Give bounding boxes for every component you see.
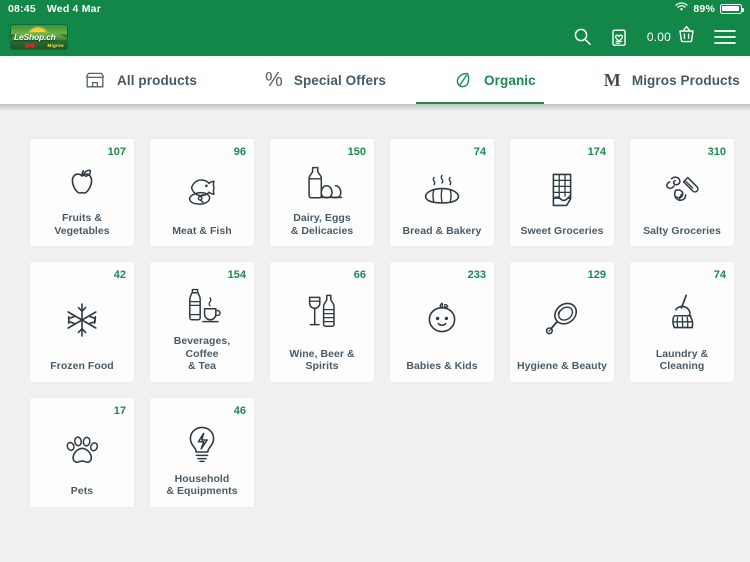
search-icon[interactable] — [573, 27, 592, 46]
paw-print-icon — [36, 417, 128, 486]
cart-amount: 0.00 — [646, 29, 671, 44]
wine-glass-bottle-icon — [276, 281, 368, 348]
tab-organic[interactable]: Organic — [416, 56, 566, 104]
category-count: 310 — [707, 146, 726, 158]
battery-icon — [720, 3, 744, 14]
category-card-babies-kids[interactable]: 233 Babies & Kids — [390, 262, 494, 382]
category-name: Wine, Beer & Spirits — [289, 347, 355, 373]
category-card-sweet-groceries[interactable]: 174 Sweet Groceries — [510, 139, 614, 246]
category-name: Fruits & Vegetables — [54, 212, 110, 237]
category-grid: 107 Fruits & Vegetables 96 Meat & Fish 1… — [0, 111, 750, 507]
category-card-beverages-coffee-tea[interactable]: 154 Beverages, Coffee & Tea — [150, 262, 254, 382]
category-name: Household & Equipments — [166, 472, 238, 498]
category-count: 74 — [473, 146, 486, 158]
category-card-salty-groceries[interactable]: 310 Salty Groceries — [630, 139, 734, 246]
category-card-bread-bakery[interactable]: 74 Bread & Bakery — [390, 139, 494, 246]
status-bar: 08:45 Wed 4 Mar 89% — [0, 0, 750, 17]
category-count: 129 — [587, 269, 606, 281]
shopping-list-heart-icon[interactable] — [610, 27, 629, 47]
cart-button[interactable]: 0.00 — [647, 24, 696, 49]
status-date: Wed 4 Mar — [46, 2, 101, 15]
pasta-icon — [636, 158, 728, 225]
category-count: 42 — [113, 269, 126, 281]
apple-icon — [36, 158, 128, 212]
fish-steak-icon — [156, 158, 248, 225]
category-count: 66 — [353, 269, 366, 281]
category-count: 74 — [713, 269, 726, 281]
category-name: Meat & Fish — [172, 224, 232, 237]
hand-mirror-icon — [516, 281, 608, 360]
category-name: Pets — [70, 485, 94, 497]
status-bar-right: 89% — [675, 2, 744, 15]
tab-all-products[interactable]: All products — [84, 56, 227, 104]
category-card-pets[interactable]: 17 Pets — [30, 397, 134, 507]
category-count: 96 — [233, 146, 246, 158]
store-icon — [84, 70, 106, 90]
migros-m-icon: M — [603, 70, 621, 90]
category-count: 107 — [107, 146, 126, 158]
category-count: 150 — [347, 146, 366, 158]
leaf-icon — [454, 70, 473, 90]
category-card-laundry-cleaning[interactable]: 74 Laundry & Cleaning — [630, 262, 734, 382]
tab-label: Special Offers — [293, 72, 387, 88]
category-tab-bar: All products % Special Offers Organic M … — [0, 56, 750, 104]
tab-special-offers[interactable]: % Special Offers — [227, 56, 416, 104]
category-name: Dairy, Eggs & Delicacies — [290, 212, 354, 237]
tab-migros-products[interactable]: M Migros Products — [566, 56, 750, 104]
category-name: Babies & Kids — [406, 360, 478, 372]
category-count: 46 — [233, 404, 246, 417]
tab-label: Organic — [484, 72, 536, 88]
bottle-coffee-cup-icon — [156, 281, 248, 335]
category-name: Sweet Groceries — [520, 224, 604, 237]
lightbulb-icon — [156, 417, 248, 473]
hamburger-menu-icon[interactable] — [714, 29, 736, 45]
logo-text: LeShop.ch — [14, 31, 56, 42]
snowflake-icon — [36, 281, 128, 360]
baby-face-icon — [396, 281, 488, 360]
broom-icon — [636, 281, 728, 348]
milk-bottle-eggs-icon — [276, 158, 368, 212]
category-card-fruits-vegetables[interactable]: 107 Fruits & Vegetables — [30, 139, 134, 246]
status-time: 08:45 — [8, 2, 36, 15]
category-name: Hygiene & Beauty — [516, 360, 608, 372]
category-card-meat-fish[interactable]: 96 Meat & Fish — [150, 139, 254, 246]
app-screen: 08:45 Wed 4 Mar 89% LeShop.ch Migros 0.0… — [0, 0, 750, 562]
category-count: 17 — [113, 404, 126, 417]
basket-icon — [677, 24, 696, 49]
logo-cherries — [25, 40, 37, 48]
tab-label: All products — [117, 72, 197, 88]
header-actions: 0.00 — [573, 24, 736, 49]
status-bar-left: 08:45 Wed 4 Mar — [8, 3, 101, 15]
wifi-icon — [675, 2, 689, 15]
logo-subtitle: Migros — [47, 42, 64, 48]
app-header: LeShop.ch Migros 0.00 — [0, 17, 750, 56]
category-count: 174 — [587, 146, 606, 158]
chocolate-bar-icon — [516, 158, 608, 225]
category-count: 233 — [467, 269, 486, 281]
category-card-frozen-food[interactable]: 42 Frozen Food — [30, 262, 134, 382]
leshop-logo[interactable]: LeShop.ch Migros — [10, 23, 68, 50]
bread-loaf-icon — [396, 158, 488, 225]
tab-label: Migros Products — [631, 72, 740, 88]
category-count: 154 — [227, 269, 246, 281]
category-name: Bread & Bakery — [402, 224, 482, 237]
battery-percent: 89% — [693, 2, 715, 15]
tab-bar-shadow — [0, 104, 750, 111]
category-card-hygiene-beauty[interactable]: 129 Hygiene & Beauty — [510, 262, 614, 382]
category-name: Beverages, Coffee & Tea — [173, 335, 231, 372]
category-name: Laundry & Cleaning — [655, 347, 709, 373]
category-card-wine-beer-spirits[interactable]: 66 Wine, Beer & Spirits — [270, 262, 374, 382]
category-name: Frozen Food — [50, 360, 114, 372]
category-card-dairy-eggs-delicacies[interactable]: 150 Dairy, Eggs & Delicacies — [270, 139, 374, 246]
category-name: Salty Groceries — [643, 224, 721, 237]
percent-icon: % — [264, 69, 283, 91]
category-card-household-equipments[interactable]: 46 Household & Equipments — [150, 397, 254, 507]
